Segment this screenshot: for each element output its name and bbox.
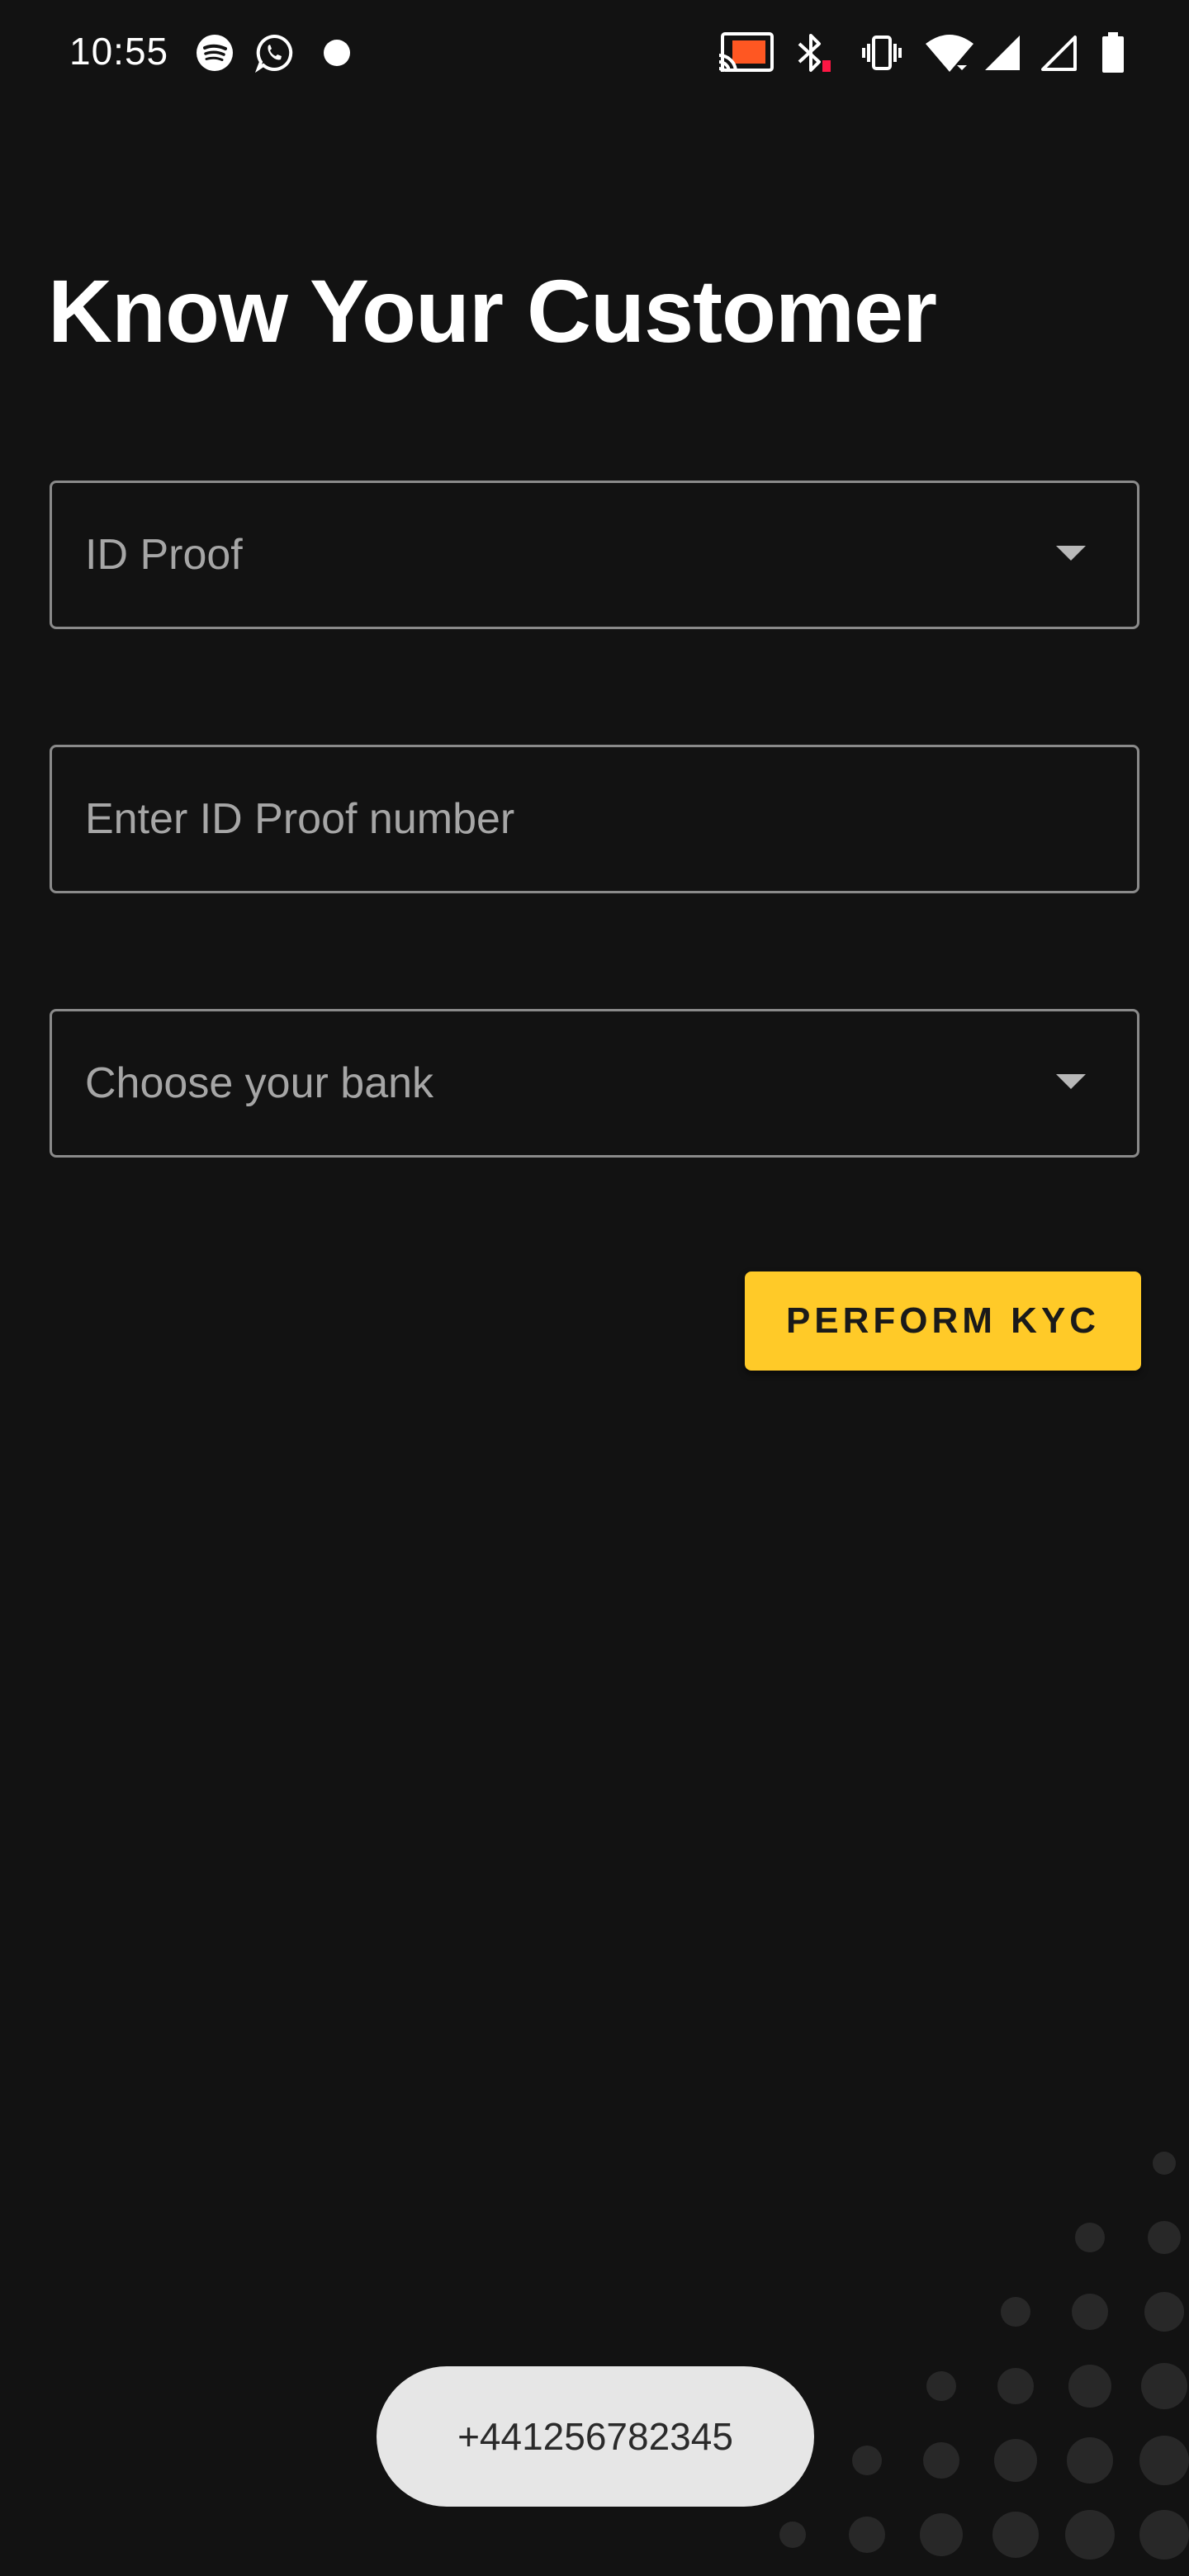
id-proof-number-placeholder: Enter ID Proof number [85, 795, 515, 843]
toast-text: +441256782345 [457, 2415, 733, 2458]
whatsapp-icon [253, 31, 296, 74]
toast-message: +441256782345 [377, 2366, 814, 2507]
spotify-icon [193, 31, 236, 74]
dropdown-arrow-icon [1056, 1074, 1086, 1089]
bank-placeholder: Choose your bank [85, 1059, 434, 1107]
vibrate-icon [860, 31, 903, 74]
signal-empty-icon [1037, 31, 1080, 74]
battery-icon [1092, 31, 1135, 74]
signal-icon [981, 31, 1024, 74]
kyc-screen: 10:55 Know Your Customer ID Proof Enter … [0, 0, 1189, 2576]
perform-kyc-button[interactable]: PERFORM KYC [745, 1271, 1141, 1371]
page-title: Know Your Customer [48, 261, 937, 361]
id-proof-dropdown[interactable]: ID Proof [50, 481, 1139, 629]
wifi-icon [923, 31, 976, 74]
notification-dot-icon [315, 31, 358, 74]
cast-icon [717, 31, 776, 74]
perform-kyc-label: PERFORM KYC [785, 1300, 1101, 1341]
bank-dropdown[interactable]: Choose your bank [50, 1009, 1139, 1158]
status-bar: 10:55 [0, 0, 1189, 107]
id-proof-number-input[interactable]: Enter ID Proof number [50, 745, 1139, 893]
background-dot-pattern [779, 2152, 1189, 2559]
bluetooth-icon [791, 31, 834, 74]
dropdown-arrow-icon [1056, 546, 1086, 561]
status-time: 10:55 [69, 30, 169, 73]
id-proof-placeholder: ID Proof [85, 531, 243, 579]
